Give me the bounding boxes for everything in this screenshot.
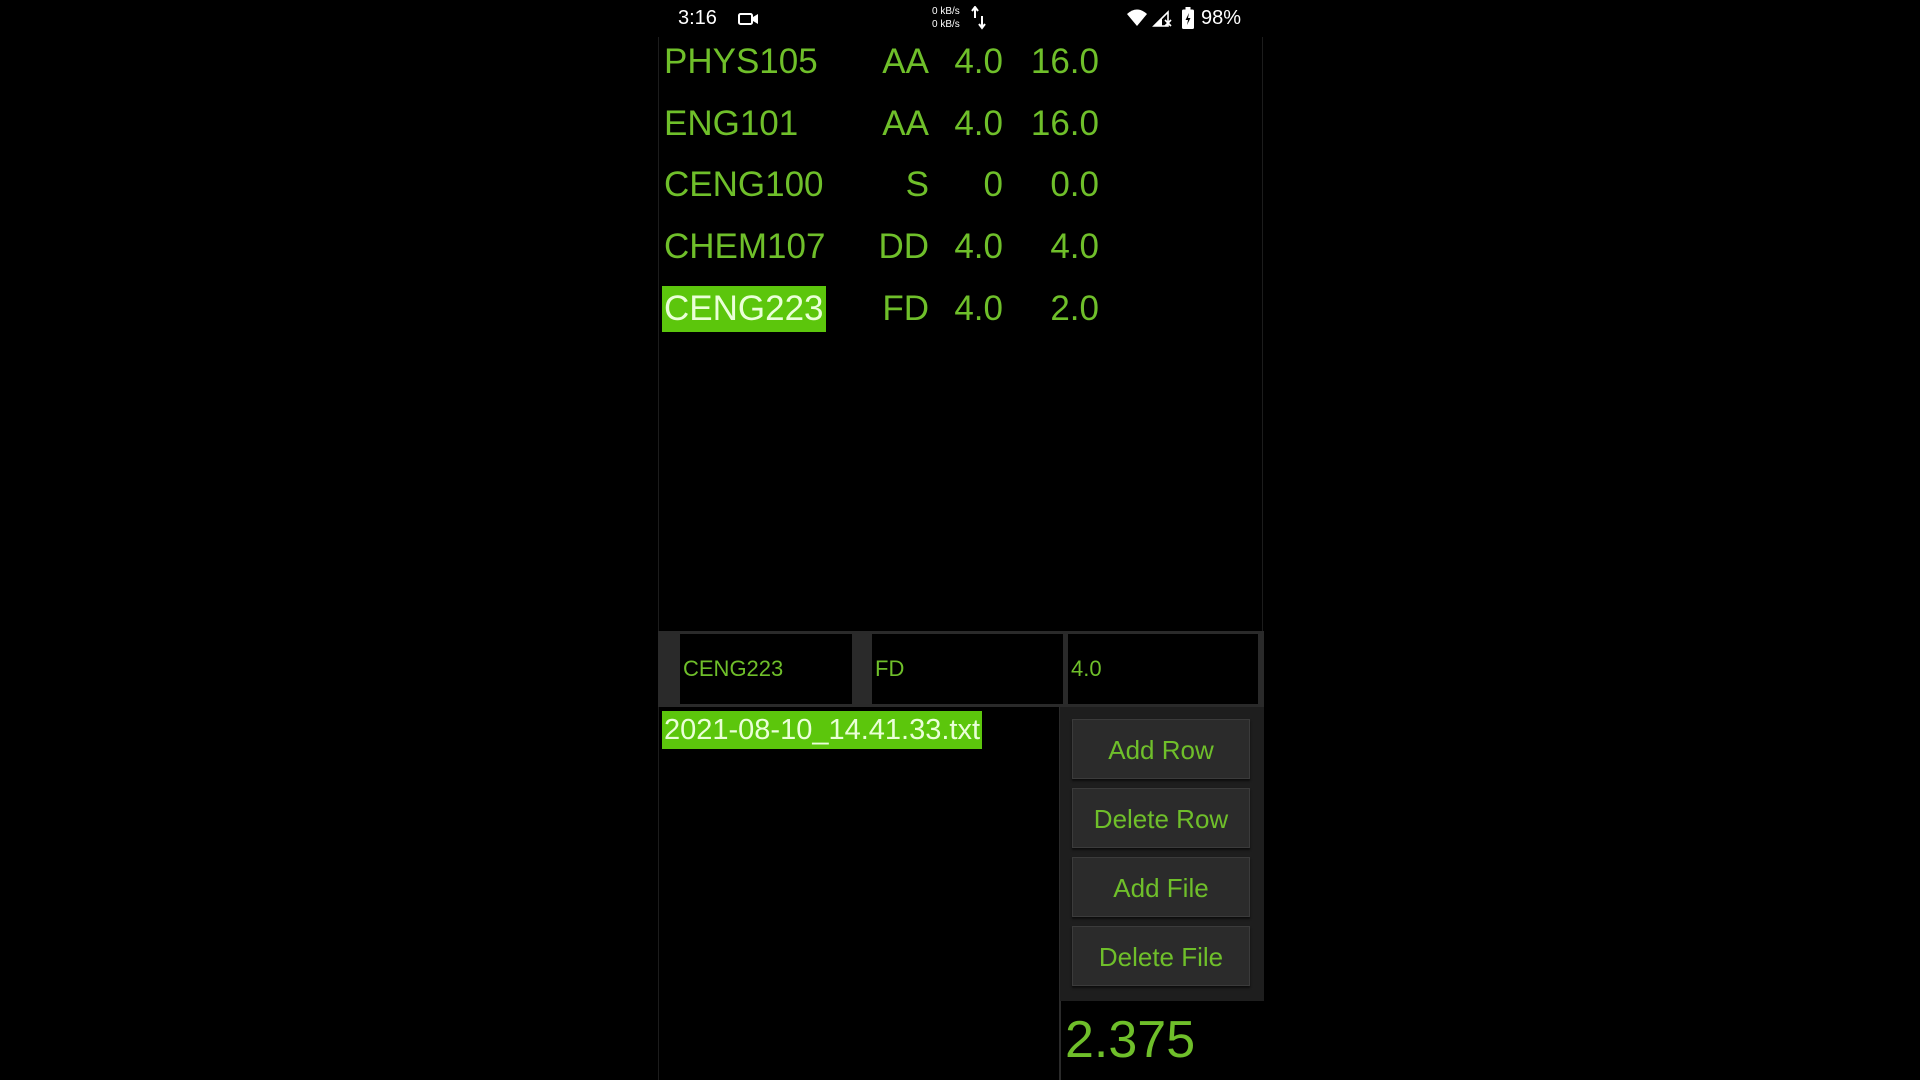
course-points: 16.0 xyxy=(1030,42,1099,81)
course-credit: 0 xyxy=(983,165,1003,204)
delete-file-button[interactable]: Delete File xyxy=(1072,926,1250,986)
file-item-selected[interactable]: 2021-08-10_14.41.33.txt xyxy=(662,711,983,749)
delete-row-button[interactable]: Delete Row xyxy=(1072,788,1250,848)
button-panel: Add Row Delete Row Add File Delete File xyxy=(1060,707,1264,1001)
course-credit: 4.0 xyxy=(954,289,1003,328)
course-grade: AA xyxy=(882,42,929,81)
course-code: PHYS105 xyxy=(664,42,818,81)
course-points: 4.0 xyxy=(1050,227,1099,266)
course-points: 16.0 xyxy=(1030,104,1099,143)
course-credit: 4.0 xyxy=(954,227,1003,266)
edit-bar: CENG223 FD 4.0 xyxy=(658,631,1264,707)
battery-percent: 98% xyxy=(1201,7,1242,29)
gpa-value: 2.375 xyxy=(1065,1011,1196,1069)
signal-icon xyxy=(1152,10,1172,27)
battery-charging-icon xyxy=(1182,7,1194,29)
course-grade: DD xyxy=(878,227,929,266)
grade-field[interactable]: FD xyxy=(872,634,1063,704)
course-points: 2.0 xyxy=(1050,289,1099,328)
course-row[interactable]: CHEM107 DD 4.0 4.0 xyxy=(659,224,1259,270)
screen-record-icon xyxy=(738,13,758,25)
add-row-button[interactable]: Add Row xyxy=(1072,719,1250,779)
course-code: CENG223 xyxy=(662,286,826,332)
net-up-speed: 0 kB/s xyxy=(932,6,960,17)
course-code-field[interactable]: CENG223 xyxy=(680,634,852,704)
net-down-speed: 0 kB/s xyxy=(932,19,960,30)
course-row[interactable]: ENG101 AA 4.0 16.0 xyxy=(659,101,1259,147)
course-credit: 4.0 xyxy=(954,104,1003,143)
course-points: 0.0 xyxy=(1050,165,1099,204)
wifi-icon xyxy=(1127,9,1147,26)
add-file-button[interactable]: Add File xyxy=(1072,857,1250,917)
course-credit: 4.0 xyxy=(954,42,1003,81)
network-speed: 0 kB/s 0 kB/s xyxy=(932,5,960,31)
course-grade: S xyxy=(905,165,929,204)
course-code: CENG100 xyxy=(664,165,824,204)
course-code: CHEM107 xyxy=(664,227,826,266)
course-grade: FD xyxy=(882,289,929,328)
status-bar: 3:16 0 kB/s 0 kB/s 98% xyxy=(658,0,1264,38)
data-arrows-icon xyxy=(971,6,986,30)
gpa-display: 2.375 xyxy=(1060,1001,1264,1080)
credit-field[interactable]: 4.0 xyxy=(1068,634,1258,704)
phone-screen: 3:16 0 kB/s 0 kB/s 98% PHYS105 AA 4.0 16… xyxy=(658,0,1264,1080)
course-row[interactable]: PHYS105 AA 4.0 16.0 xyxy=(659,39,1259,85)
course-row-selected[interactable]: CENG223 FD 4.0 2.0 xyxy=(659,286,1259,332)
file-list[interactable]: 2021-08-10_14.41.33.txt xyxy=(658,707,1060,1080)
course-grade: AA xyxy=(882,104,929,143)
course-list[interactable]: PHYS105 AA 4.0 16.0 ENG101 AA 4.0 16.0 C… xyxy=(658,37,1263,631)
course-row[interactable]: CENG100 S 0 0.0 xyxy=(659,162,1259,208)
status-time: 3:16 xyxy=(678,7,717,29)
course-code: ENG101 xyxy=(664,104,799,143)
